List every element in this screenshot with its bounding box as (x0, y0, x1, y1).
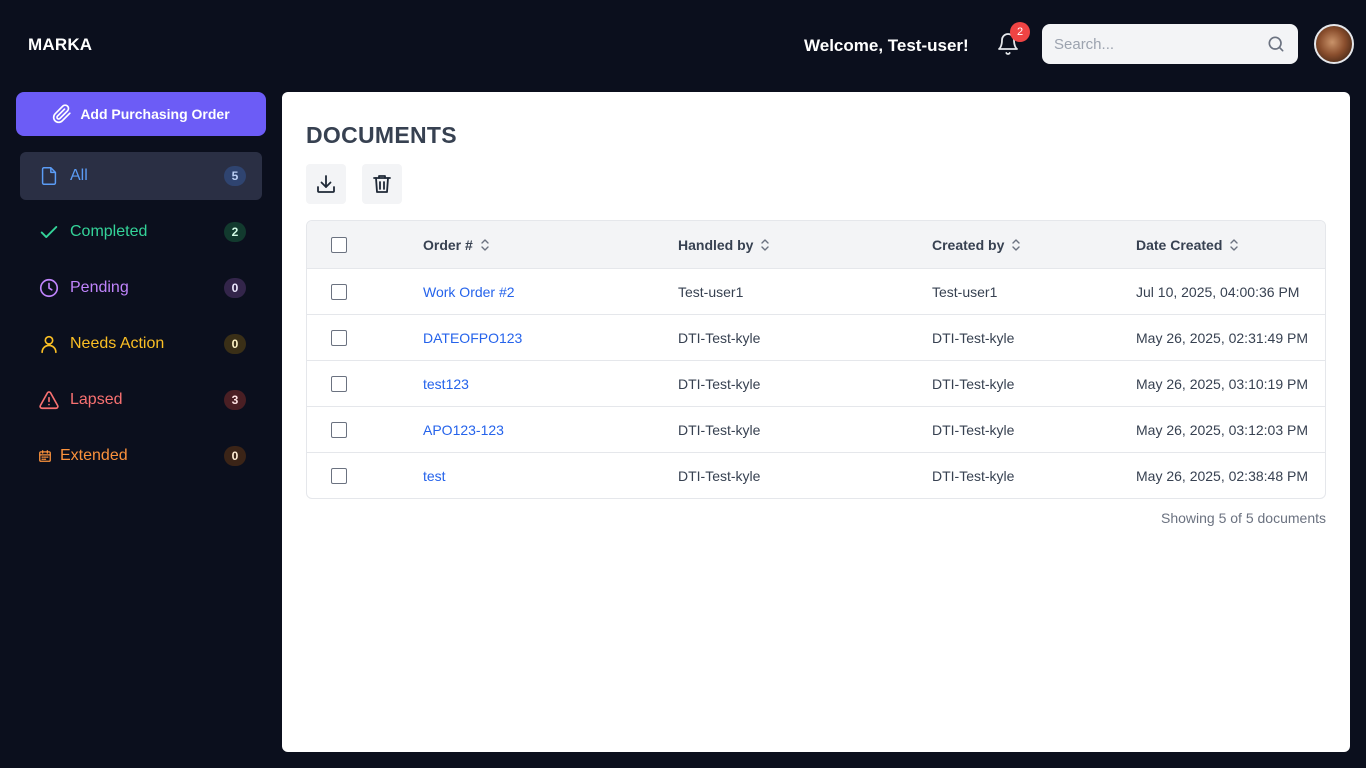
count-badge: 3 (224, 390, 246, 410)
results-count: Showing 5 of 5 documents (1161, 510, 1326, 526)
check-icon (38, 221, 60, 243)
trash-icon (373, 175, 391, 193)
count-badge: 5 (224, 166, 246, 186)
date-created-cell: May 26, 2025, 02:31:49 PM (1136, 329, 1308, 346)
count-badge: 0 (224, 334, 246, 354)
row-checkbox[interactable] (331, 467, 347, 484)
date-created-cell: May 26, 2025, 02:38:48 PM (1136, 467, 1308, 484)
row-checkbox[interactable] (331, 375, 347, 392)
date-created-cell: Jul 10, 2025, 04:00:36 PM (1136, 283, 1300, 300)
sidebar-item-label: Extended (60, 447, 128, 464)
column-header-order[interactable]: Order # (423, 221, 491, 268)
notification-count-badge: 2 (1010, 22, 1030, 42)
page-title: DOCUMENTS (306, 122, 457, 148)
add-purchasing-order-button[interactable]: Add Purchasing Order (16, 92, 266, 136)
sidebar-nav: All 5 Completed 2 Pending 0 Needs Action… (20, 152, 262, 488)
user-avatar[interactable] (1314, 24, 1354, 64)
sidebar-item-completed[interactable]: Completed 2 (20, 208, 262, 256)
search-input[interactable] (1042, 24, 1298, 64)
handled-by-cell: Test-user1 (678, 283, 744, 300)
sidebar-item-pending[interactable]: Pending 0 (20, 264, 262, 312)
sidebar-item-label: Lapsed (70, 391, 123, 408)
sidebar-item-extended[interactable]: Extended 0 (20, 432, 262, 480)
handled-by-cell: DTI-Test-kyle (678, 329, 761, 346)
sort-icon (481, 238, 489, 251)
handled-by-cell: DTI-Test-kyle (678, 467, 761, 484)
sidebar-item-label: Needs Action (70, 335, 165, 352)
user-icon (38, 333, 60, 355)
brand-logo: MARKA (28, 35, 93, 54)
download-button[interactable] (306, 164, 346, 204)
order-link[interactable]: test (423, 468, 446, 484)
row-checkbox[interactable] (331, 283, 347, 300)
count-badge: 2 (224, 222, 246, 242)
welcome-message: Welcome, Test-user! (804, 36, 969, 55)
table-row: DATEOFPO123 DTI-Test-kyle DTI-Test-kyle … (307, 314, 1325, 360)
documents-panel: DOCUMENTS Order # Handled by Created by … (282, 92, 1350, 752)
table-row: Work Order #2 Test-user1 Test-user1 Jul … (307, 268, 1325, 314)
handled-by-cell: DTI-Test-kyle (678, 421, 761, 438)
file-icon (38, 165, 60, 187)
row-checkbox[interactable] (331, 421, 347, 438)
order-link[interactable]: APO123-123 (423, 422, 504, 438)
sidebar-item-label: Completed (70, 223, 148, 240)
column-header-date-created[interactable]: Date Created (1136, 221, 1240, 268)
sort-icon (1012, 238, 1021, 251)
download-icon (317, 175, 335, 193)
search-box (1042, 24, 1298, 64)
created-by-cell: DTI-Test-kyle (932, 467, 1015, 484)
search-icon[interactable] (1266, 34, 1286, 54)
date-created-cell: May 26, 2025, 03:12:03 PM (1136, 421, 1308, 438)
warning-icon (38, 389, 60, 411)
row-checkbox[interactable] (331, 329, 347, 346)
paperclip-icon (53, 104, 72, 124)
handled-by-cell: DTI-Test-kyle (678, 375, 761, 392)
sidebar-item-lapsed[interactable]: Lapsed 3 (20, 376, 262, 424)
date-created-cell: May 26, 2025, 03:10:19 PM (1136, 375, 1308, 392)
sidebar-item-all[interactable]: All 5 (20, 152, 262, 200)
table-row: test DTI-Test-kyle DTI-Test-kyle May 26,… (307, 452, 1325, 498)
delete-button[interactable] (362, 164, 402, 204)
table-row: APO123-123 DTI-Test-kyle DTI-Test-kyle M… (307, 406, 1325, 452)
sort-icon (1230, 238, 1239, 251)
sidebar-item-label: All (70, 167, 88, 184)
documents-table: Order # Handled by Created by Date Creat… (306, 220, 1326, 499)
sidebar-item-needs-action[interactable]: Needs Action 0 (20, 320, 262, 368)
count-badge: 0 (224, 446, 246, 466)
order-link[interactable]: Work Order #2 (423, 284, 515, 300)
table-header-row: Order # Handled by Created by Date Creat… (307, 221, 1325, 268)
created-by-cell: DTI-Test-kyle (932, 329, 1015, 346)
created-by-cell: DTI-Test-kyle (932, 421, 1015, 438)
column-header-created-by[interactable]: Created by (932, 221, 1022, 268)
select-all-checkbox[interactable] (331, 236, 347, 253)
created-by-cell: DTI-Test-kyle (932, 375, 1015, 392)
calendar-icon (38, 445, 52, 467)
clock-icon (38, 277, 60, 299)
created-by-cell: Test-user1 (932, 283, 998, 300)
table-row: test123 DTI-Test-kyle DTI-Test-kyle May … (307, 360, 1325, 406)
order-link[interactable]: DATEOFPO123 (423, 330, 522, 346)
count-badge: 0 (224, 278, 246, 298)
column-header-handled-by[interactable]: Handled by (678, 221, 771, 268)
order-link[interactable]: test123 (423, 376, 469, 392)
add-purchasing-order-label: Add Purchasing Order (80, 106, 230, 122)
sort-icon (761, 238, 770, 251)
sidebar-item-label: Pending (70, 279, 129, 296)
